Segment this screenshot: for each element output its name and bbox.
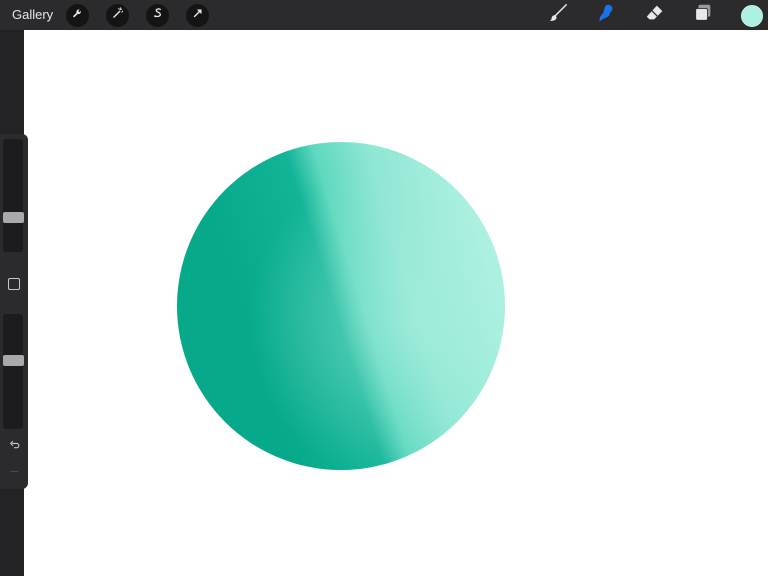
actions-button[interactable] — [66, 4, 89, 27]
modify-square-icon[interactable] — [8, 278, 20, 290]
left-sidebar — [0, 134, 28, 489]
brush-size-thumb[interactable] — [3, 212, 24, 223]
color-picker-swatch[interactable] — [741, 5, 763, 27]
opacity-thumb[interactable] — [3, 355, 24, 366]
procreate-app: Gallery — [0, 0, 768, 576]
magic-wand-icon — [111, 6, 125, 25]
eraser-icon — [644, 2, 666, 29]
opacity-slider[interactable] — [3, 314, 23, 429]
layers-icon — [692, 2, 714, 29]
undo-button[interactable] — [6, 439, 22, 455]
adjustments-button[interactable] — [106, 4, 129, 27]
undo-icon — [8, 438, 21, 456]
brush-icon — [547, 2, 569, 29]
brush-size-slider[interactable] — [3, 139, 23, 252]
gallery-button[interactable]: Gallery — [12, 7, 53, 23]
redo-icon — [8, 465, 21, 483]
drawing-canvas[interactable] — [24, 30, 768, 576]
eraser-tool[interactable] — [643, 3, 667, 27]
brush-tool[interactable] — [546, 3, 570, 27]
redo-button[interactable] — [6, 466, 22, 482]
layers-tool[interactable] — [691, 3, 715, 27]
transform-arrow-icon — [191, 6, 205, 25]
selection-button[interactable] — [146, 4, 169, 27]
smudge-tool[interactable] — [594, 3, 618, 27]
wrench-icon — [71, 6, 85, 25]
smudge-icon — [595, 2, 617, 29]
selection-s-icon — [151, 6, 165, 25]
transform-button[interactable] — [186, 4, 209, 27]
top-toolbar: Gallery — [0, 0, 768, 30]
painted-sphere — [177, 142, 505, 470]
